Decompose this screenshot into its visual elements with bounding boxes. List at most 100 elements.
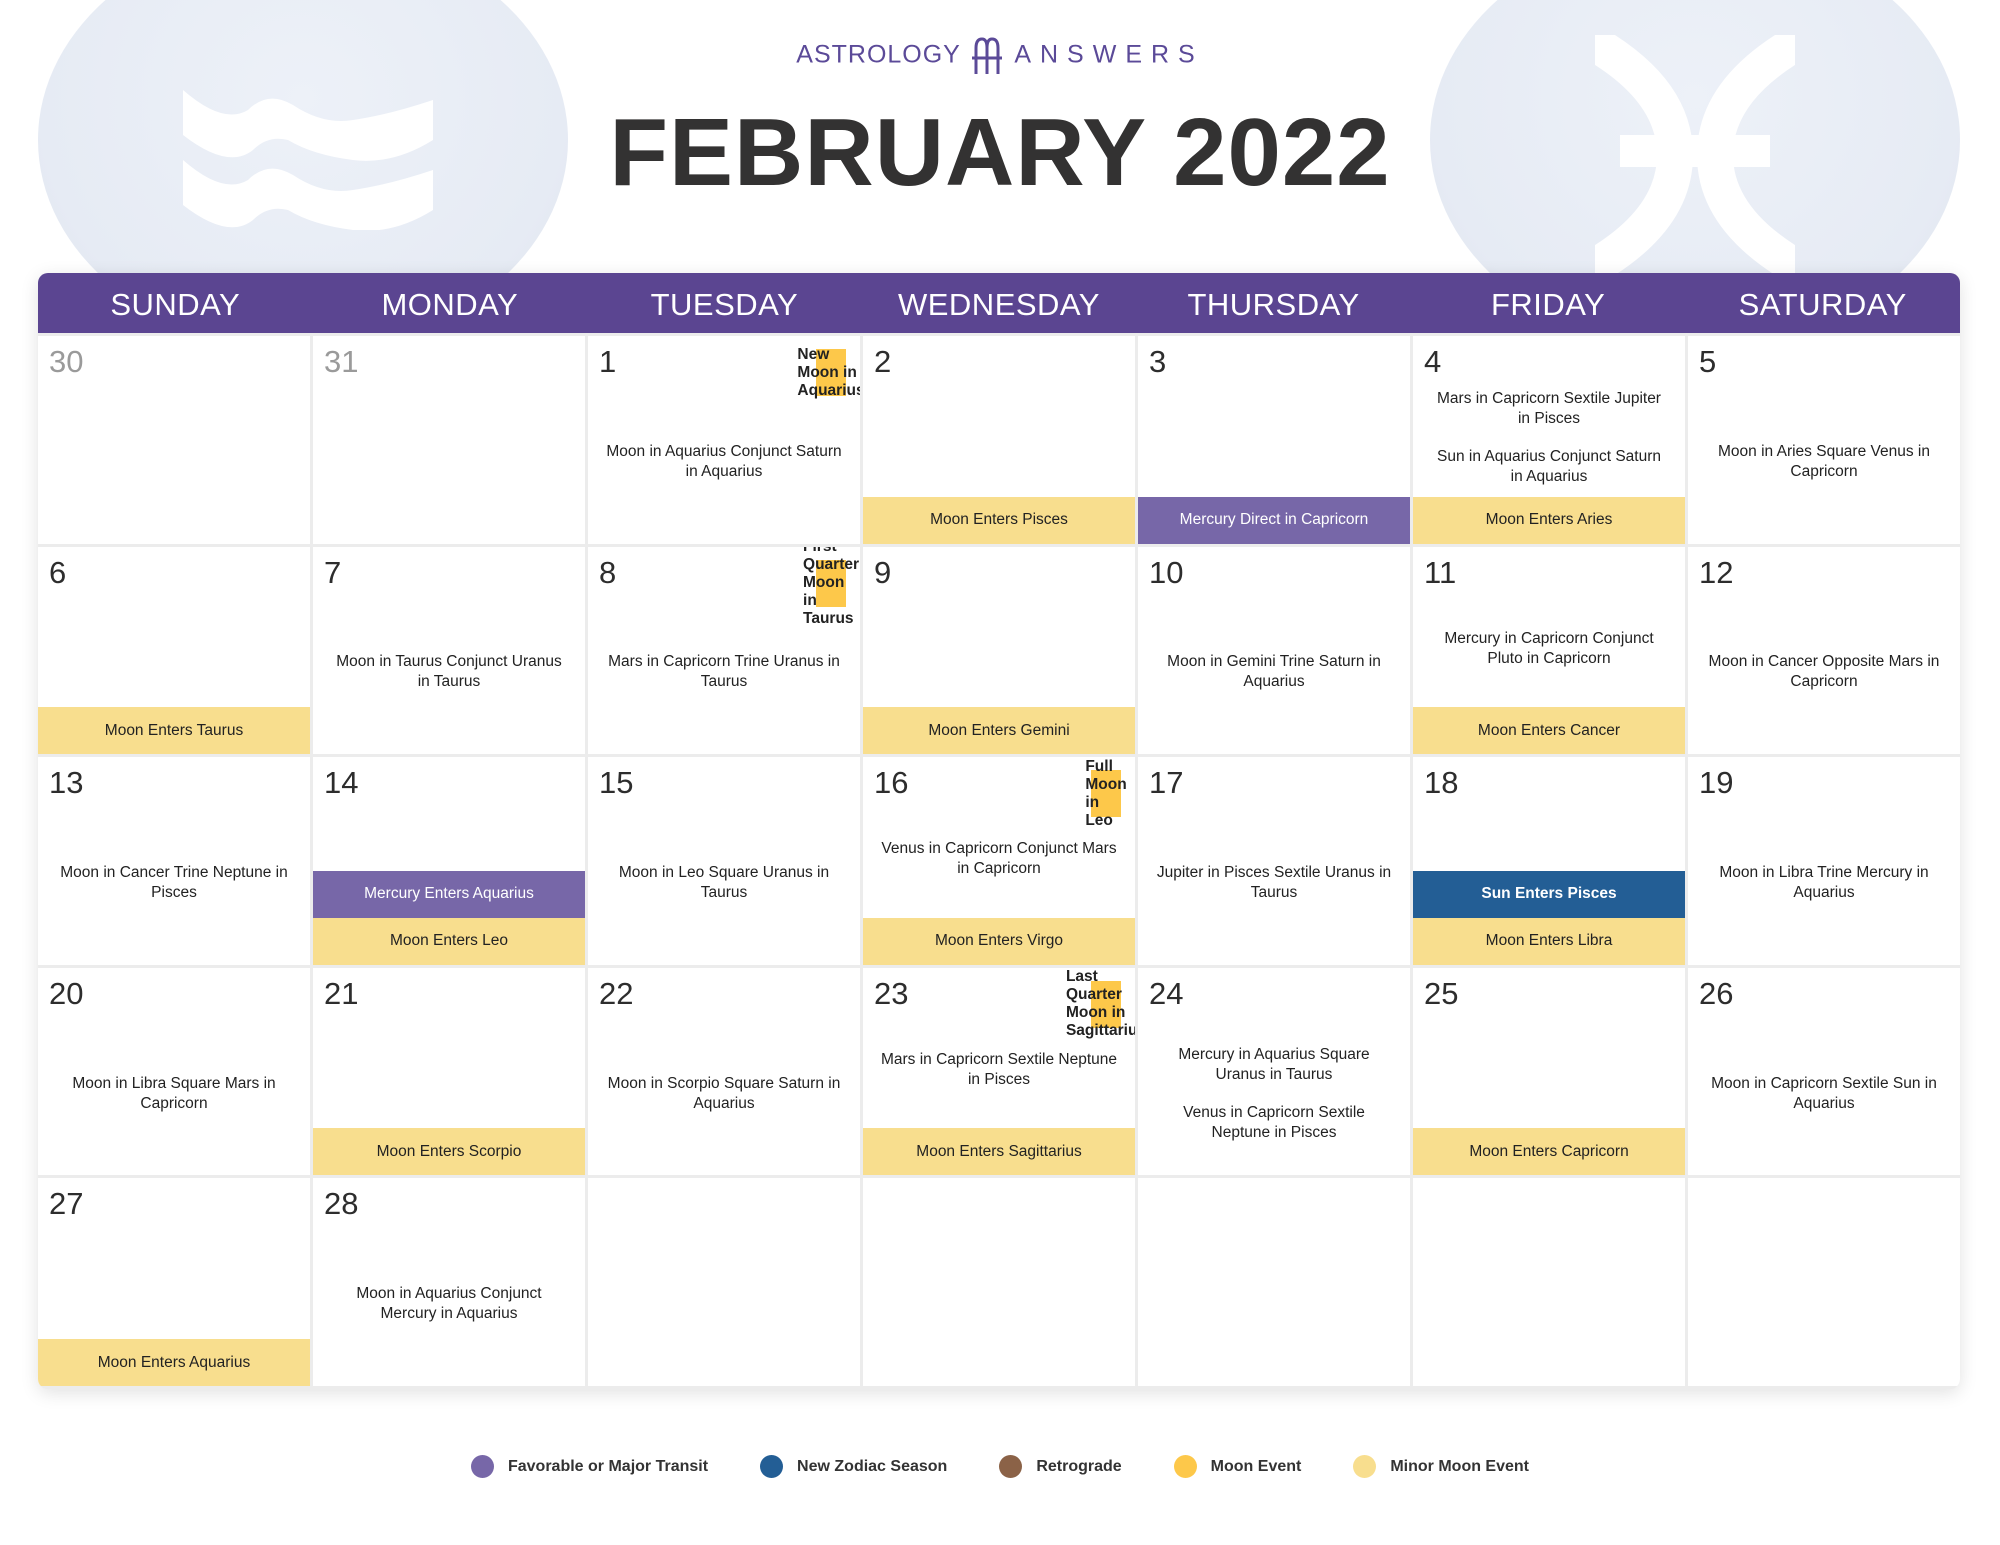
moon-event-band: First Quarter Moon in Taurus [803,546,860,628]
minor-event-band: Moon Enters Scorpio [313,1128,585,1176]
moon-event-band: Last Quarter Moon in Sagittarius [1065,968,1135,1040]
minor-event-band: Moon Enters Virgo [863,917,1135,965]
weekday-saturday: SATURDAY [1738,287,1907,322]
day-number: 8 [599,554,617,590]
day-number: 13 [49,765,84,801]
day-cell-28[interactable]: 28 Moon in Aquarius Conjunct Mercury in A… [313,1178,585,1386]
logo-text-left: ASTROLOGY [796,40,961,69]
day-number: 6 [49,554,67,590]
transit-event: Mars in Capricorn Trine Uranus in Taurus [608,653,840,691]
day-number: 3 [1149,344,1167,379]
event-list [588,1178,860,1386]
transit-event: Moon in Libra Square Mars in Capricorn [72,1074,276,1112]
event-bands: Moon Enters Pisces [863,496,1135,544]
logo-mark-icon [972,37,1003,74]
day-cell-prev-30[interactable]: 30 [38,336,310,544]
event-list [863,1178,1135,1386]
day-cell-2[interactable]: 2 Moon Enters Pisces [863,336,1135,544]
day-cell-9[interactable]: 9 Moon Enters Gemini [863,546,1135,755]
day-cell-20[interactable]: 20 Moon in Libra Square Mars in Capricorn [38,967,310,1176]
day-cell-22[interactable]: 22 Moon in Scorpio Square Saturn in Aquar… [588,967,860,1176]
minor-event-band: Moon Enters Libra [1413,917,1685,965]
event-bands: Moon Enters Gemini [863,707,1135,755]
day-cell-prev-31[interactable]: 31 [313,336,585,544]
legend-label: New Zodiac Season [797,1457,948,1475]
event-list [1138,1178,1410,1386]
day-number: 16 [874,765,909,801]
transit-event: Moon in Aquarius Conjunct Mercury in Aqu… [356,1285,542,1323]
day-cell-17[interactable]: 17 Jupiter in Pisces Sextile Uranus in Ta… [1138,757,1410,965]
empty-cell[interactable] [863,1178,1135,1386]
day-cell-27[interactable]: 27 Moon Enters Aquarius [38,1178,310,1386]
empty-cell[interactable] [1688,1178,1960,1386]
day-cell-8[interactable]: 8 Mars in Capricorn Trine Uranus in Tauru… [588,546,860,755]
transit-event: Mars in Capricorn Sextile Neptune in Pis… [880,1051,1118,1089]
event-list: Mars in Capricorn Sextile Jupiter in Pis… [1413,336,1685,497]
day-cell-14[interactable]: 14 Mercury Enters Aquarius Moon Enters Leo [313,757,585,965]
weekday-friday: FRIDAY [1490,287,1606,322]
transit-event: Venus in Capricorn Sextile Neptune in Pi… [1183,1103,1365,1141]
weekday-monday: MONDAY [381,287,519,322]
day-cell-19[interactable]: 19 Moon in Libra Trine Mercury in Aquariu… [1688,757,1960,965]
moon-event-band: New Moon in Aquarius [797,345,860,399]
logo-text-right: ANSWERS [1014,40,1204,69]
day-cell-3[interactable]: 3 Mercury Direct in Capricorn [1138,336,1410,544]
day-number: 26 [1699,975,1734,1011]
event-list [1138,336,1410,497]
transit-event: Moon in Libra Trine Mercury in Aquarius [1719,863,1929,901]
event-list [863,547,1135,708]
legend: Favorable or Major Transit New Zodiac Sea… [0,1455,2000,1478]
day-cell-13[interactable]: 13 Moon in Cancer Trine Neptune in Pisces [38,757,310,965]
day-cell-16[interactable]: 16 Venus in Capricorn Conjunct Mars in Ca… [863,757,1135,965]
day-cell-10[interactable]: 10 Moon in Gemini Trine Saturn in Aquariu… [1138,546,1410,755]
transit-event: Moon in Cancer Opposite Mars in Capricor… [1708,653,1940,691]
transit-event: Moon in Aquarius Conjunct Saturn in Aqua… [606,442,842,480]
day-cell-5[interactable]: 5 Moon in Aries Square Venus in Capricorn [1688,336,1960,544]
event-bands: Moon Enters Capricorn [1413,1128,1685,1176]
day-cell-26[interactable]: 26 Moon in Capricorn Sextile Sun in Aquar… [1688,967,1960,1176]
minor-event-band: Moon Enters Taurus [38,707,310,755]
day-cell-4[interactable]: 4 Mars in Capricorn Sextile Jupiter in Pi… [1413,336,1685,544]
day-cell-7[interactable]: 7 Moon in Taurus Conjunct Uranus in Tauru… [313,546,585,755]
day-cell-11[interactable]: 11 Mercury in Capricorn Conjunct Pluto in… [1413,546,1685,755]
legend-label: Retrograde [1036,1457,1122,1475]
legend-item: Moon Event [1173,1455,1301,1478]
day-cell-21[interactable]: 21 Moon Enters Scorpio [313,967,585,1176]
transit-event: Moon in Cancer Trine Neptune in Pisces [60,863,288,901]
minor-event-band: Moon Enters Aries [1413,496,1685,544]
day-cell-24[interactable]: 24 Mercury in Aquarius Square Uranus in T… [1138,967,1410,1176]
transit-event: Moon in Aries Square Venus in Capricorn [1718,442,1930,480]
day-cell-25[interactable]: 25 Moon Enters Capricorn [1413,967,1685,1176]
day-cell-6[interactable]: 6 Moon Enters Taurus [38,546,310,755]
empty-cell[interactable] [1413,1178,1685,1386]
weekday-thursday: THURSDAY [1187,287,1360,322]
weekday-wednesday: WEDNESDAY [897,287,1100,322]
legend-swatch-icon [1173,1455,1197,1478]
minor-event-band: Moon Enters Pisces [863,496,1135,544]
minor-event-band: Moon Enters Capricorn [1413,1128,1685,1176]
transit-event: Moon in Scorpio Square Saturn in Aquariu… [607,1074,841,1112]
day-cell-18[interactable]: 18 Sun Enters Pisces Moon Enters Libra [1413,757,1685,965]
day-number: 7 [324,554,342,590]
day-number: 12 [1699,554,1734,590]
event-list: Moon in Taurus Conjunct Uranus in Taurus [313,547,585,755]
transit-event: Moon in Capricorn Sextile Sun in Aquariu… [1711,1074,1937,1112]
day-number: 25 [1424,975,1459,1011]
day-number: 5 [1699,344,1717,379]
major-event-band: Mercury Enters Aquarius [313,870,585,918]
page-title: FEBRUARY 2022 [609,99,1391,206]
day-number: 1 [599,344,617,379]
empty-cell[interactable] [1138,1178,1410,1386]
weekday-header: SUNDAY MONDAY TUESDAY WEDNESDAY THURSDAY FRID… [38,273,1960,333]
day-cell-12[interactable]: 12 Moon in Cancer Opposite Mars in Capric… [1688,546,1960,755]
minor-event-band: Moon Enters Cancer [1413,707,1685,755]
day-cell-23[interactable]: 23 Mars in Capricorn Sextile Neptune in P… [863,967,1135,1176]
day-number: 17 [1149,765,1184,801]
transit-event: Moon in Gemini Trine Saturn in Aquarius [1167,653,1381,691]
transit-event: Mercury in Aquarius Square Uranus in Tau… [1178,1045,1370,1083]
day-cell-15[interactable]: 15 Moon in Leo Square Uranus in Taurus [588,757,860,965]
day-number: 15 [599,765,634,801]
empty-cell[interactable] [588,1178,860,1386]
day-number: 2 [874,344,892,379]
day-cell-1[interactable]: 1 Moon in Aquarius Conjunct Saturn in Aqu… [588,336,860,544]
